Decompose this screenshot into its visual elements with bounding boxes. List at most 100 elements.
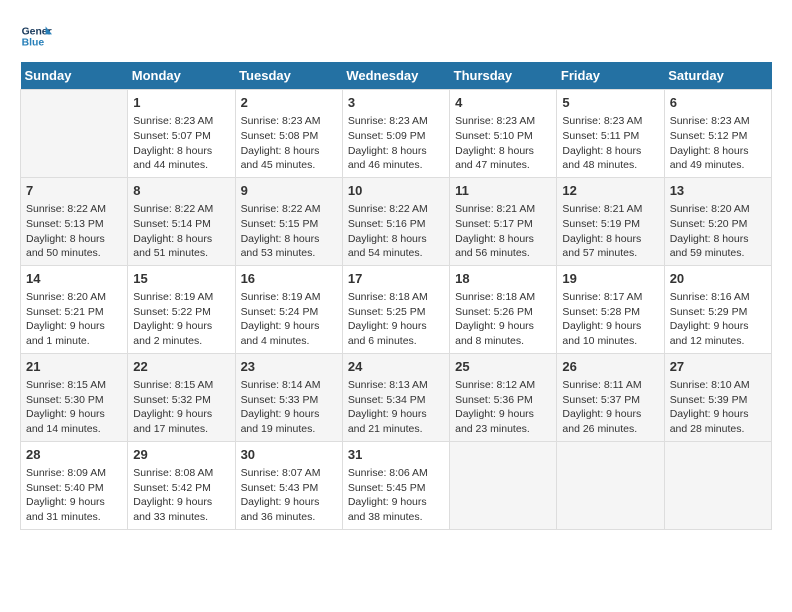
day-info: Sunrise: 8:23 AMSunset: 5:11 PMDaylight:… <box>562 114 658 173</box>
weekday-header-saturday: Saturday <box>664 62 771 90</box>
day-info: Sunrise: 8:18 AMSunset: 5:26 PMDaylight:… <box>455 290 551 349</box>
day-number: 12 <box>562 182 658 200</box>
day-info: Sunrise: 8:15 AMSunset: 5:32 PMDaylight:… <box>133 378 229 437</box>
weekday-header-wednesday: Wednesday <box>342 62 449 90</box>
day-info: Sunrise: 8:08 AMSunset: 5:42 PMDaylight:… <box>133 466 229 525</box>
day-number: 18 <box>455 270 551 288</box>
page-header: General Blue <box>20 20 772 52</box>
day-number: 27 <box>670 358 766 376</box>
day-info: Sunrise: 8:09 AMSunset: 5:40 PMDaylight:… <box>26 466 122 525</box>
calendar-cell: 15 Sunrise: 8:19 AMSunset: 5:22 PMDayligh… <box>128 265 235 353</box>
weekday-header-monday: Monday <box>128 62 235 90</box>
calendar-cell: 9 Sunrise: 8:22 AMSunset: 5:15 PMDaylight… <box>235 177 342 265</box>
day-number: 7 <box>26 182 122 200</box>
day-info: Sunrise: 8:23 AMSunset: 5:12 PMDaylight:… <box>670 114 766 173</box>
day-number: 25 <box>455 358 551 376</box>
calendar-cell: 3 Sunrise: 8:23 AMSunset: 5:09 PMDaylight… <box>342 90 449 178</box>
day-number: 17 <box>348 270 444 288</box>
calendar-cell: 2 Sunrise: 8:23 AMSunset: 5:08 PMDaylight… <box>235 90 342 178</box>
calendar-cell: 6 Sunrise: 8:23 AMSunset: 5:12 PMDaylight… <box>664 90 771 178</box>
calendar-cell: 27 Sunrise: 8:10 AMSunset: 5:39 PMDayligh… <box>664 353 771 441</box>
calendar-cell: 18 Sunrise: 8:18 AMSunset: 5:26 PMDayligh… <box>450 265 557 353</box>
day-number: 6 <box>670 94 766 112</box>
day-number: 9 <box>241 182 337 200</box>
calendar-cell: 20 Sunrise: 8:16 AMSunset: 5:29 PMDayligh… <box>664 265 771 353</box>
day-info: Sunrise: 8:22 AMSunset: 5:15 PMDaylight:… <box>241 202 337 261</box>
day-info: Sunrise: 8:14 AMSunset: 5:33 PMDaylight:… <box>241 378 337 437</box>
day-number: 14 <box>26 270 122 288</box>
day-number: 30 <box>241 446 337 464</box>
day-info: Sunrise: 8:22 AMSunset: 5:14 PMDaylight:… <box>133 202 229 261</box>
day-info: Sunrise: 8:20 AMSunset: 5:21 PMDaylight:… <box>26 290 122 349</box>
calendar-table: SundayMondayTuesdayWednesdayThursdayFrid… <box>20 62 772 530</box>
day-info: Sunrise: 8:10 AMSunset: 5:39 PMDaylight:… <box>670 378 766 437</box>
calendar-cell: 28 Sunrise: 8:09 AMSunset: 5:40 PMDayligh… <box>21 441 128 529</box>
calendar-cell: 11 Sunrise: 8:21 AMSunset: 5:17 PMDayligh… <box>450 177 557 265</box>
calendar-cell: 13 Sunrise: 8:20 AMSunset: 5:20 PMDayligh… <box>664 177 771 265</box>
day-number: 26 <box>562 358 658 376</box>
day-info: Sunrise: 8:07 AMSunset: 5:43 PMDaylight:… <box>241 466 337 525</box>
day-info: Sunrise: 8:19 AMSunset: 5:24 PMDaylight:… <box>241 290 337 349</box>
day-number: 11 <box>455 182 551 200</box>
day-number: 15 <box>133 270 229 288</box>
calendar-cell: 22 Sunrise: 8:15 AMSunset: 5:32 PMDayligh… <box>128 353 235 441</box>
day-number: 13 <box>670 182 766 200</box>
day-number: 16 <box>241 270 337 288</box>
day-number: 24 <box>348 358 444 376</box>
day-info: Sunrise: 8:23 AMSunset: 5:09 PMDaylight:… <box>348 114 444 173</box>
calendar-cell: 10Sunrise: 8:22 AMSunset: 5:16 PMDayligh… <box>342 177 449 265</box>
day-info: Sunrise: 8:17 AMSunset: 5:28 PMDaylight:… <box>562 290 658 349</box>
day-number: 2 <box>241 94 337 112</box>
calendar-cell <box>21 90 128 178</box>
day-info: Sunrise: 8:21 AMSunset: 5:17 PMDaylight:… <box>455 202 551 261</box>
calendar-cell: 14 Sunrise: 8:20 AMSunset: 5:21 PMDayligh… <box>21 265 128 353</box>
calendar-cell: 8 Sunrise: 8:22 AMSunset: 5:14 PMDaylight… <box>128 177 235 265</box>
day-number: 19 <box>562 270 658 288</box>
day-info: Sunrise: 8:22 AMSunset: 5:16 PMDaylight:… <box>348 202 444 261</box>
day-info: Sunrise: 8:23 AMSunset: 5:08 PMDaylight:… <box>241 114 337 173</box>
day-number: 3 <box>348 94 444 112</box>
day-info: Sunrise: 8:16 AMSunset: 5:29 PMDaylight:… <box>670 290 766 349</box>
calendar-cell: 21 Sunrise: 8:15 AMSunset: 5:30 PMDayligh… <box>21 353 128 441</box>
calendar-cell: 7 Sunrise: 8:22 AMSunset: 5:13 PMDaylight… <box>21 177 128 265</box>
day-info: Sunrise: 8:22 AMSunset: 5:13 PMDaylight:… <box>26 202 122 261</box>
day-number: 21 <box>26 358 122 376</box>
calendar-cell: 29 Sunrise: 8:08 AMSunset: 5:42 PMDayligh… <box>128 441 235 529</box>
calendar-cell: 30 Sunrise: 8:07 AMSunset: 5:43 PMDayligh… <box>235 441 342 529</box>
weekday-header-thursday: Thursday <box>450 62 557 90</box>
day-info: Sunrise: 8:11 AMSunset: 5:37 PMDaylight:… <box>562 378 658 437</box>
calendar-cell: 26 Sunrise: 8:11 AMSunset: 5:37 PMDayligh… <box>557 353 664 441</box>
day-info: Sunrise: 8:12 AMSunset: 5:36 PMDaylight:… <box>455 378 551 437</box>
calendar-cell: 25 Sunrise: 8:12 AMSunset: 5:36 PMDayligh… <box>450 353 557 441</box>
weekday-header-friday: Friday <box>557 62 664 90</box>
calendar-cell: 24 Sunrise: 8:13 AMSunset: 5:34 PMDayligh… <box>342 353 449 441</box>
day-number: 22 <box>133 358 229 376</box>
calendar-cell <box>664 441 771 529</box>
day-number: 28 <box>26 446 122 464</box>
day-info: Sunrise: 8:23 AMSunset: 5:10 PMDaylight:… <box>455 114 551 173</box>
day-info: Sunrise: 8:06 AMSunset: 5:45 PMDaylight:… <box>348 466 444 525</box>
weekday-header-sunday: Sunday <box>21 62 128 90</box>
day-info: Sunrise: 8:15 AMSunset: 5:30 PMDaylight:… <box>26 378 122 437</box>
day-number: 5 <box>562 94 658 112</box>
day-number: 4 <box>455 94 551 112</box>
svg-text:Blue: Blue <box>22 38 45 49</box>
day-info: Sunrise: 8:13 AMSunset: 5:34 PMDaylight:… <box>348 378 444 437</box>
logo: General Blue <box>20 20 52 52</box>
logo-icon: General Blue <box>20 20 52 52</box>
day-number: 23 <box>241 358 337 376</box>
day-info: Sunrise: 8:19 AMSunset: 5:22 PMDaylight:… <box>133 290 229 349</box>
calendar-cell: 12Sunrise: 8:21 AMSunset: 5:19 PMDayligh… <box>557 177 664 265</box>
day-info: Sunrise: 8:20 AMSunset: 5:20 PMDaylight:… <box>670 202 766 261</box>
calendar-cell: 19 Sunrise: 8:17 AMSunset: 5:28 PMDayligh… <box>557 265 664 353</box>
day-number: 8 <box>133 182 229 200</box>
calendar-cell: 1 Sunrise: 8:23 AMSunset: 5:07 PMDaylight… <box>128 90 235 178</box>
calendar-cell: 23 Sunrise: 8:14 AMSunset: 5:33 PMDayligh… <box>235 353 342 441</box>
calendar-cell: 5 Sunrise: 8:23 AMSunset: 5:11 PMDaylight… <box>557 90 664 178</box>
day-info: Sunrise: 8:23 AMSunset: 5:07 PMDaylight:… <box>133 114 229 173</box>
day-number: 20 <box>670 270 766 288</box>
day-number: 29 <box>133 446 229 464</box>
day-number: 1 <box>133 94 229 112</box>
calendar-cell <box>557 441 664 529</box>
weekday-header-tuesday: Tuesday <box>235 62 342 90</box>
